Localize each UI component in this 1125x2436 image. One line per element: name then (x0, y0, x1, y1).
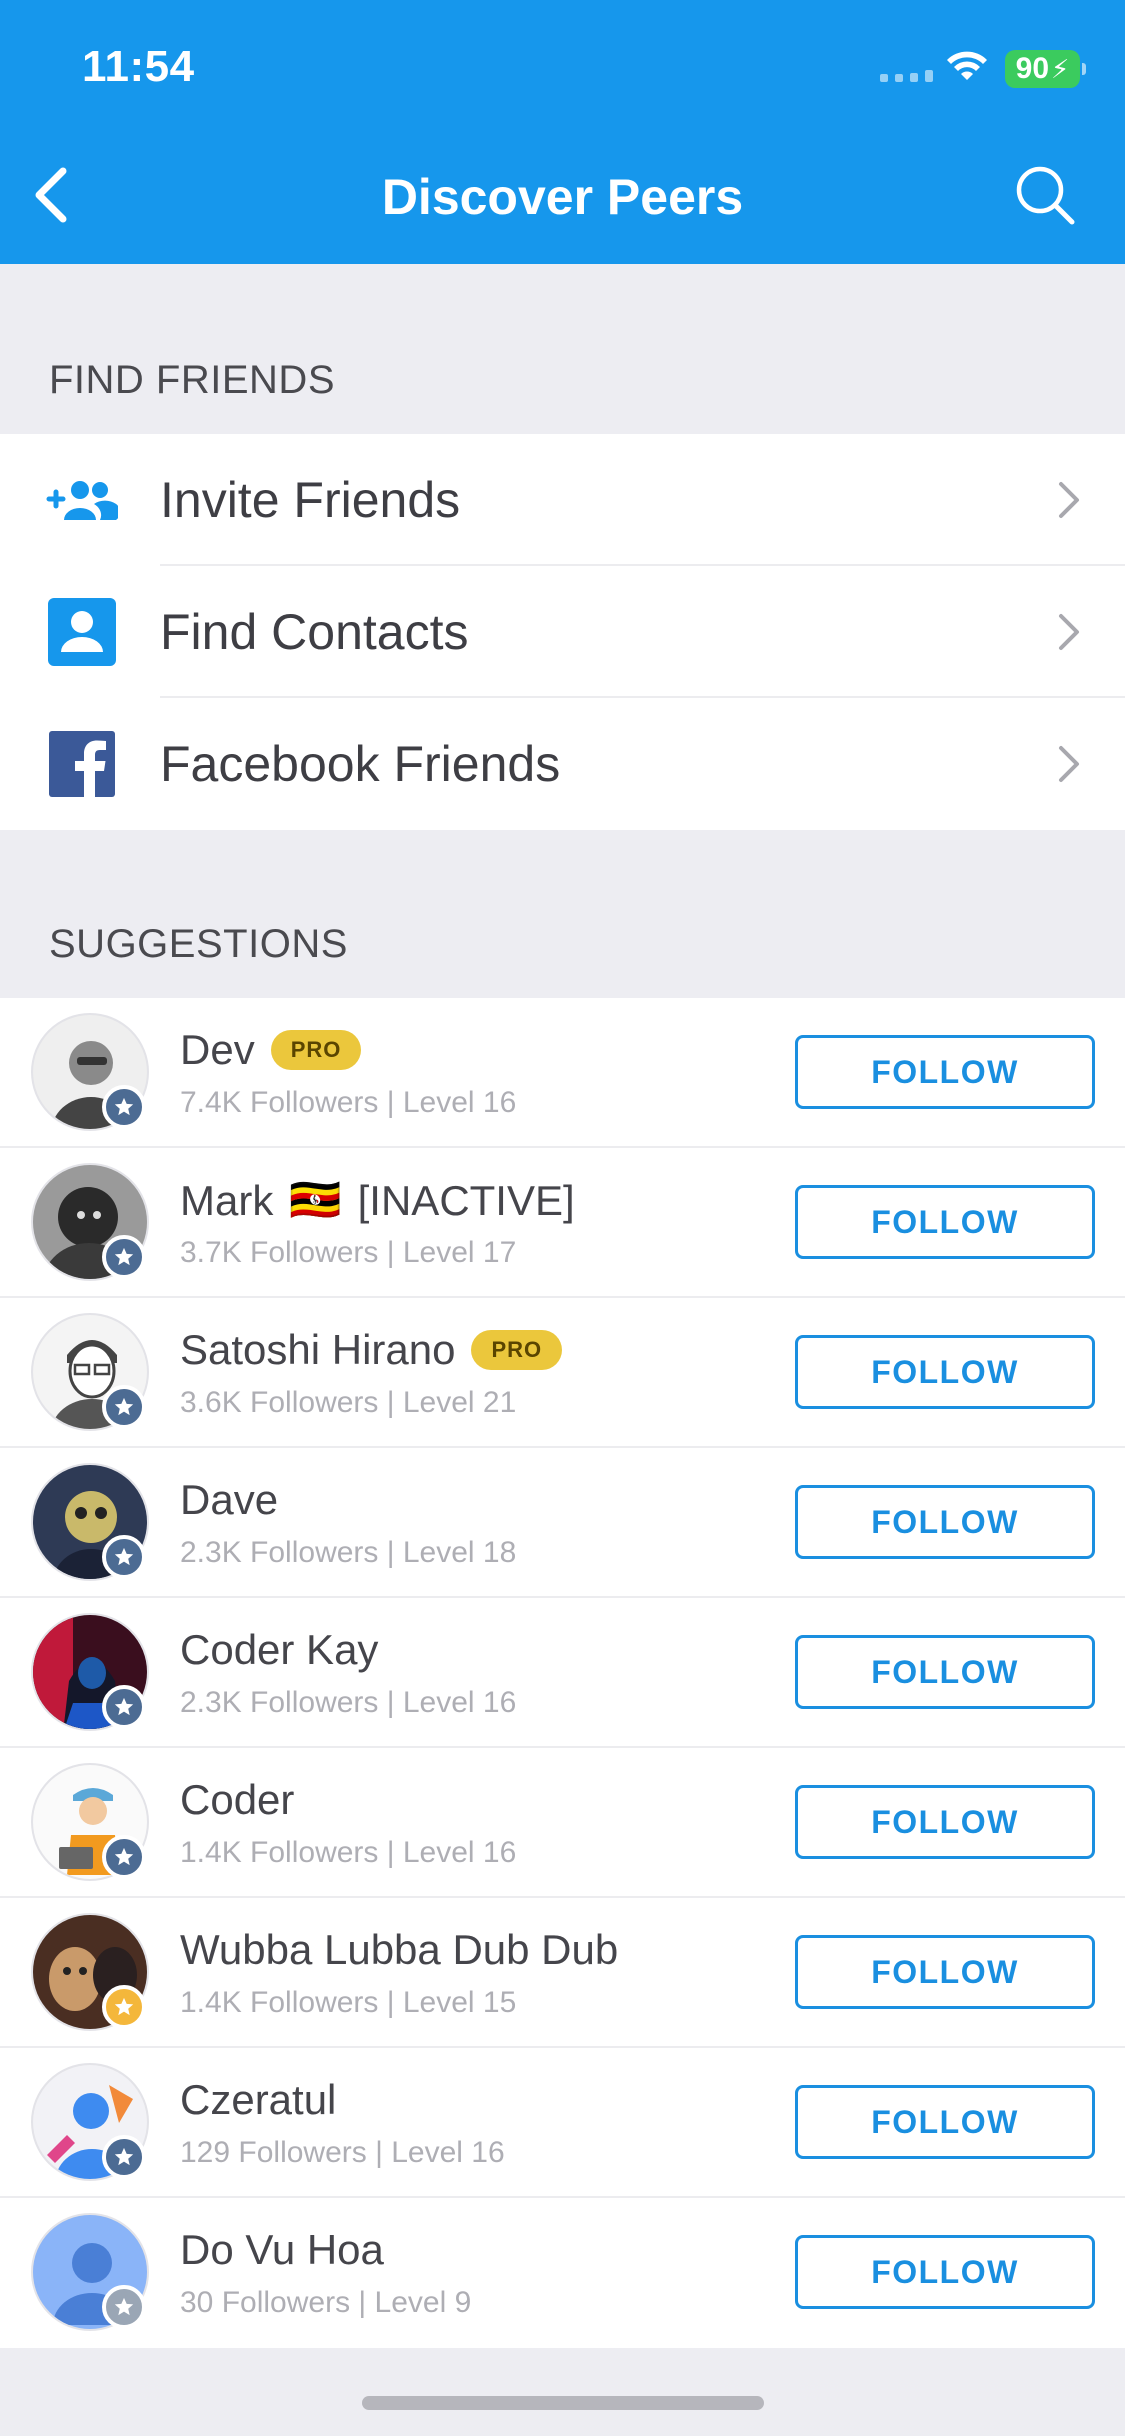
user-name: Mark 🇺🇬 [INACTIVE] (180, 1176, 575, 1225)
star-badge-icon (102, 1385, 146, 1429)
suggestion-row[interactable]: Coder 1.4K Followers | Level 16 FOLLOW (0, 1748, 1125, 1898)
suggestion-row[interactable]: Mark 🇺🇬 [INACTIVE] 3.7K Followers | Level … (0, 1148, 1125, 1298)
follow-button[interactable]: FOLLOW (795, 2235, 1095, 2309)
follow-button[interactable]: FOLLOW (795, 1335, 1095, 1409)
suggestion-row[interactable]: Coder Kay 2.3K Followers | Level 16 FOLL… (0, 1598, 1125, 1748)
follow-button[interactable]: FOLLOW (795, 1185, 1095, 1259)
user-name: Do Vu Hoa (180, 2226, 384, 2274)
suggestion-row[interactable]: Wubba Lubba Dub Dub 1.4K Followers | Lev… (0, 1898, 1125, 2048)
chevron-right-icon (1059, 482, 1079, 518)
menu-item-invite-friends[interactable]: Invite Friends (0, 434, 1125, 566)
user-meta: 2.3K Followers | Level 16 (180, 1686, 517, 1719)
pro-badge: PRO (270, 1030, 362, 1070)
menu-item-label: Invite Friends (160, 472, 461, 528)
charging-bolt-icon: ⚡ (1051, 53, 1070, 84)
facebook-icon (46, 728, 118, 800)
follow-button[interactable]: FOLLOW (795, 1935, 1095, 2009)
user-name: Dev PRO (180, 1026, 362, 1074)
user-name: Czeratul (180, 2076, 336, 2124)
user-name: Wubba Lubba Dub Dub (180, 1926, 618, 1974)
user-meta: 129 Followers | Level 16 (180, 2136, 505, 2169)
follow-button[interactable]: FOLLOW (795, 1785, 1095, 1859)
menu-item-find-contacts[interactable]: Find Contacts (0, 566, 1125, 698)
user-meta: 7.4K Followers | Level 16 (180, 1086, 517, 1119)
find-friends-list: Invite Friends Find Contacts Facebook Fr… (0, 434, 1125, 830)
suggestion-row[interactable]: Do Vu Hoa 30 Followers | Level 9 FOLLOW (0, 2198, 1125, 2348)
battery-level: 90 (1015, 52, 1050, 85)
suggestion-row[interactable]: Satoshi Hirano PRO 3.6K Followers | Level… (0, 1298, 1125, 1448)
user-name: Dave (180, 1476, 278, 1524)
user-meta: 2.3K Followers | Level 18 (180, 1536, 517, 1569)
user-name-text: Czeratul (180, 2076, 337, 2123)
contact-card-icon (46, 596, 118, 668)
follow-button[interactable]: FOLLOW (795, 1035, 1095, 1109)
user-name: Coder (180, 1776, 294, 1824)
find-friends-header: FIND FRIENDS (49, 358, 335, 402)
chevron-right-icon (1059, 746, 1079, 782)
search-icon (1016, 166, 1075, 225)
flag-icon: 🇺🇬 (289, 1176, 342, 1223)
suggestion-row[interactable]: Dave 2.3K Followers | Level 18 FOLLOW (0, 1448, 1125, 1598)
suggestions-list: Dev PRO 7.4K Followers | Level 16 FOLLOW … (0, 998, 1125, 2348)
pro-badge: PRO (471, 1330, 563, 1370)
user-meta: 3.6K Followers | Level 21 (180, 1386, 517, 1419)
star-badge-icon (102, 2285, 146, 2329)
user-name-text: Dave (180, 1476, 279, 1523)
star-badge-icon (102, 1235, 146, 1279)
star-badge-icon (102, 1685, 146, 1729)
menu-item-facebook-friends[interactable]: Facebook Friends (0, 698, 1125, 830)
user-name-text: Coder Kay (180, 1626, 379, 1673)
suggestion-row[interactable]: Dev PRO 7.4K Followers | Level 16 FOLLOW (0, 998, 1125, 1148)
star-badge-icon (102, 1535, 146, 1579)
user-name-text: Coder (180, 1776, 295, 1823)
follow-button[interactable]: FOLLOW (795, 1635, 1095, 1709)
follow-button[interactable]: FOLLOW (795, 2085, 1095, 2159)
user-name-text: Dev (180, 1026, 255, 1073)
menu-item-label: Facebook Friends (160, 736, 561, 792)
add-people-icon (46, 464, 118, 536)
user-status: [INACTIVE] (357, 1176, 575, 1224)
wifi-icon (944, 48, 990, 89)
star-badge-icon (102, 1835, 146, 1879)
user-name: Coder Kay (180, 1626, 378, 1674)
star-badge-icon (102, 2135, 146, 2179)
chevron-right-icon (1059, 614, 1079, 650)
star-badge-icon (102, 1085, 146, 1129)
signal-icon (880, 70, 933, 82)
top-bar: 11:54 90 ⚡ Discover Peers (0, 0, 1125, 264)
user-name-text: Do Vu Hoa (180, 2226, 384, 2273)
search-button[interactable] (1010, 160, 1080, 230)
user-name-text: Wubba Lubba Dub Dub (180, 1926, 619, 1973)
user-meta: 3.7K Followers | Level 17 (180, 1236, 517, 1269)
user-meta: 1.4K Followers | Level 15 (180, 1986, 517, 2019)
user-name-text: Satoshi Hirano (180, 1326, 456, 1373)
status-time: 11:54 (82, 42, 195, 91)
suggestion-row[interactable]: Czeratul 129 Followers | Level 16 FOLLOW (0, 2048, 1125, 2198)
menu-item-label: Find Contacts (160, 604, 469, 660)
user-meta: 1.4K Followers | Level 16 (180, 1836, 517, 1869)
battery-icon: 90 ⚡ (1005, 50, 1086, 88)
user-name: Satoshi Hirano PRO (180, 1326, 563, 1374)
follow-button[interactable]: FOLLOW (795, 1485, 1095, 1559)
page-title: Discover Peers (381, 169, 744, 225)
user-meta: 30 Followers | Level 9 (180, 2286, 472, 2319)
user-name-text: Mark (180, 1176, 274, 1224)
home-indicator[interactable] (362, 2396, 764, 2410)
suggestions-header: SUGGESTIONS (49, 922, 348, 966)
star-badge-icon (102, 1985, 146, 2029)
